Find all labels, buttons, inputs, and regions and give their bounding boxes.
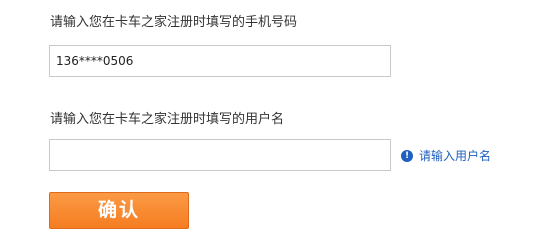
phone-input[interactable] bbox=[49, 45, 391, 77]
phone-label: 请输入您在卡车之家注册时填写的手机号码 bbox=[50, 15, 298, 30]
exclamation-circle-icon: ! bbox=[401, 150, 413, 162]
username-hint-text: 请输入用户名 bbox=[419, 149, 492, 163]
username-label: 请输入您在卡车之家注册时填写的用户名 bbox=[50, 112, 285, 127]
confirm-button[interactable]: 确认 bbox=[49, 192, 189, 229]
username-hint: ! 请输入用户名 bbox=[401, 149, 491, 163]
username-input[interactable] bbox=[49, 139, 391, 171]
